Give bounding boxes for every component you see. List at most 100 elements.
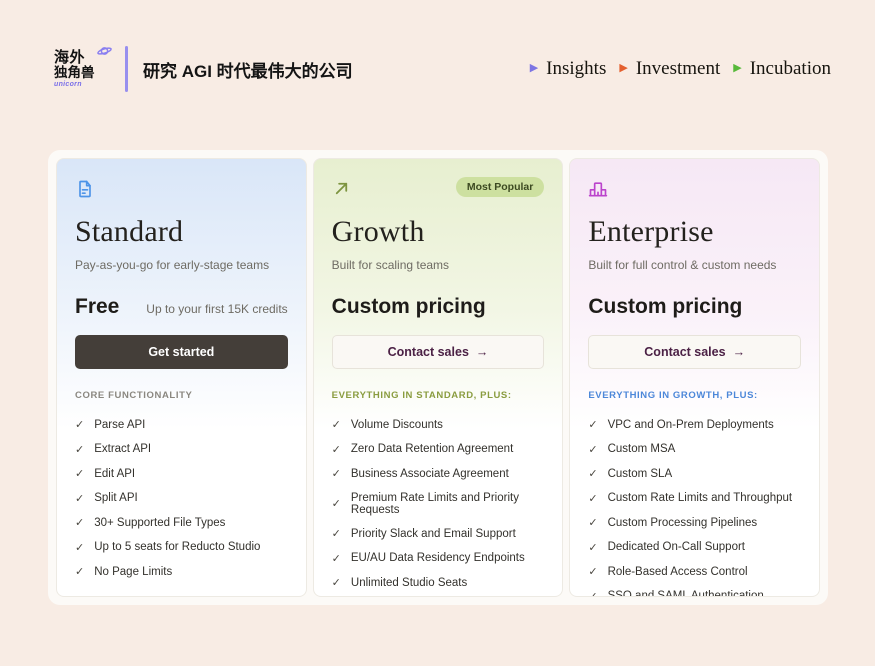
check-icon: ✓ [332,467,341,480]
feature-text: Edit API [94,468,135,480]
header-nav: ▶ Insights ▶ Investment ▶ Incubation [530,58,831,80]
feature-item: ✓ Custom SLA [588,467,801,480]
feature-item: ✓Unlimited Studio Seats [332,576,545,589]
check-icon: ✓ [588,492,597,505]
feature-item: ✓ VPC and On-Prem Deployments [588,418,801,431]
features-section-label: CORE FUNCTIONALITY [75,390,288,401]
nav-label: Insights [546,58,606,80]
button-label: Contact sales [644,345,725,359]
check-icon: ✓ [75,492,84,505]
check-icon: ✓ [332,418,341,431]
page-header: 海外 独角兽 unicorn 研究 AGI 时代最伟大的公司 ▶ Insight… [0,0,875,100]
feature-text: SSO and SAML Authentication [608,590,764,597]
check-icon: ✓ [332,497,341,510]
header-divider [125,46,128,92]
page-title: 研究 AGI 时代最伟大的公司 [143,57,353,82]
feature-item: ✓Volume Discounts [332,418,545,431]
check-icon: ✓ [588,418,597,431]
plan-features: EVERYTHING IN GROWTH, PLUS: ✓ VPC and On-… [570,369,819,597]
building-icon [588,179,608,199]
nav-item-incubation[interactable]: ▶ Incubation [733,58,831,80]
feature-text: Custom MSA [608,443,676,455]
contact-sales-button[interactable]: Contact sales → [588,335,801,369]
contact-sales-button[interactable]: Contact sales → [332,335,545,369]
feature-item: ✓SSO and SAML Authentication [588,590,801,598]
feature-item: ✓Custom Rate Limits and Throughput [588,492,801,505]
plan-tagline: Pay-as-you-go for early-stage teams [75,258,288,272]
button-label: Get started [148,345,214,359]
feature-text: Parse API [94,419,145,431]
feature-item: ✓ Parse API [75,418,288,431]
check-icon: ✓ [588,541,597,554]
feature-item: ✓ Priority Slack and Email Support [332,527,545,540]
plan-price: Custom pricing [332,295,486,319]
most-popular-badge: Most Popular [456,177,545,197]
check-icon: ✓ [332,443,341,456]
check-icon: ✓ [588,467,597,480]
pricing-table: Standard Pay-as-you-go for early-stage t… [48,150,828,605]
feature-item: ✓30+ Supported File Types [75,516,288,529]
nav-item-insights[interactable]: ▶ Insights [530,58,607,80]
feature-text: EU/AU Data Residency Endpoints [351,552,525,564]
feature-item: ✓Premium Rate Limits and Priority Reques… [332,492,545,516]
check-icon: ✓ [75,467,84,480]
button-label: Contact sales [388,345,469,359]
plan-price: Custom pricing [588,295,742,319]
feature-item: ✓ Up to 5 seats for Reducto Studio [75,541,288,554]
feature-text: Extract API [94,443,151,455]
feature-item: ✓ Edit API [75,467,288,480]
document-icon [75,179,95,199]
features-section-label: EVERYTHING IN STANDARD, PLUS: [332,390,545,401]
check-icon: ✓ [75,443,84,456]
features-section-label: EVERYTHING IN GROWTH, PLUS: [588,390,801,401]
feature-item: ✓ Zero Data Retention Agreement [332,443,545,456]
check-icon: ✓ [75,516,84,529]
feature-text: VPC and On-Prem Deployments [608,419,774,431]
triangle-bullet-icon: ▶ [733,63,741,74]
feature-text: Priority Slack and Email Support [351,528,516,540]
logo-text-line2: 独角兽 [54,66,110,80]
plan-price: Free [75,295,119,319]
feature-text: Custom Processing Pipelines [608,517,758,529]
feature-text: Custom SLA [608,468,673,480]
plan-name: Enterprise [588,215,801,249]
logo-subtext: unicorn [54,81,110,88]
feature-text: Role-Based Access Control [608,566,748,578]
plan-tagline: Built for full control & custom needs [588,258,801,272]
check-icon: ✓ [332,527,341,540]
plan-features: CORE FUNCTIONALITY ✓ Parse API ✓ Extract AP… [57,369,306,597]
nav-item-investment[interactable]: ▶ Investment [619,58,720,80]
feature-list: ✓Volume Discounts✓Zero Data Retention Ag… [332,418,545,597]
feature-item: ✓ Custom Processing Pipelines [588,516,801,529]
feature-item: ✓ Custom MSA [588,443,801,456]
arrow-right-icon: → [733,345,746,359]
check-icon: ✓ [75,565,84,578]
feature-text: Business Associate Agreement [351,468,509,480]
check-icon: ✓ [75,541,84,554]
triangle-bullet-icon: ▶ [530,63,538,74]
feature-text: Up to 5 seats for Reducto Studio [94,541,260,553]
saturn-planet-icon [97,44,112,62]
plan-card-standard: Standard Pay-as-you-go for early-stage t… [56,158,307,597]
check-icon: ✓ [588,516,597,529]
feature-list: ✓ Parse API ✓ Extract API ✓ Edit API ✓ Split AP… [75,418,288,590]
overseas-unicorn-logo: 海外 独角兽 unicorn [54,50,110,87]
feature-text: Split API [94,492,137,504]
plan-header: Enterprise Built for full control & cust… [570,159,819,369]
feature-item: ✓ Role-Based Access Control [588,565,801,578]
get-started-button[interactable]: Get started [75,335,288,369]
check-icon: ✓ [588,443,597,456]
check-icon: ✓ [332,576,341,589]
feature-text: Dedicated On-Call Support [608,541,745,553]
plan-header: Standard Pay-as-you-go for early-stage t… [57,159,306,369]
feature-item: ✓No Page Limits [75,565,288,578]
plan-tagline: Built for scaling teams [332,258,545,272]
plan-header: Most Popular Growth Built for scaling te… [314,159,563,369]
arrow-up-right-icon [332,179,351,198]
plan-card-growth: Most Popular Growth Built for scaling te… [313,158,564,597]
feature-text: Zero Data Retention Agreement [351,443,513,455]
check-icon: ✓ [332,552,341,565]
check-icon: ✓ [75,418,84,431]
check-icon: ✓ [588,565,597,578]
plan-features: EVERYTHING IN STANDARD, PLUS: ✓Volume Di… [314,369,563,597]
